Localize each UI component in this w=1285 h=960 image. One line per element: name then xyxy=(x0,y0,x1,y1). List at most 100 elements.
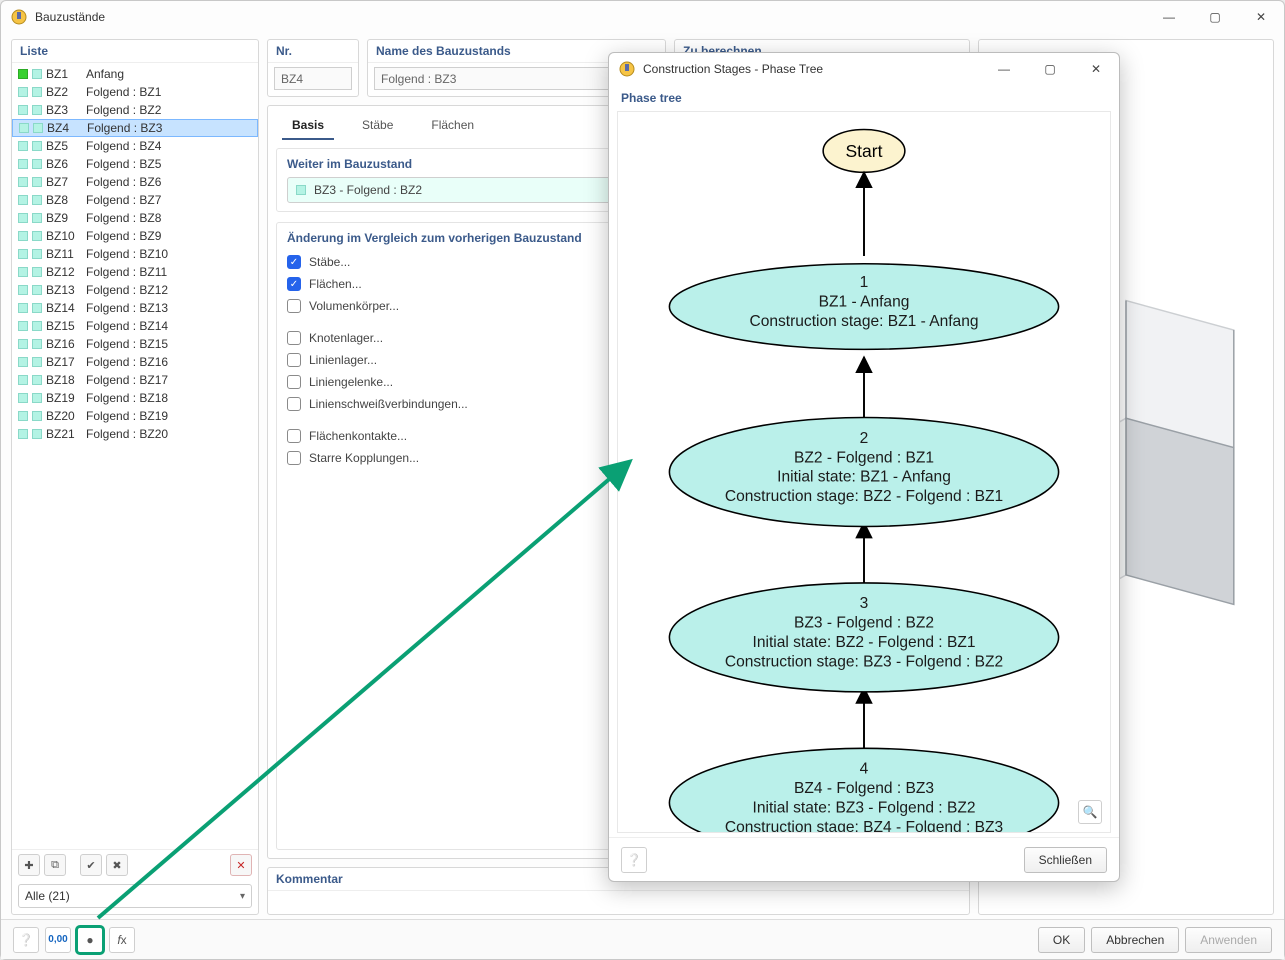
list-row-name: Folgend : BZ12 xyxy=(86,283,252,297)
swatch-icon xyxy=(18,69,28,79)
ok-button[interactable]: OK xyxy=(1038,927,1085,953)
swatch-icon xyxy=(18,393,28,403)
list-row-id: BZ20 xyxy=(46,409,82,423)
filter-select[interactable]: Alle (21) ▾ xyxy=(18,884,252,908)
list-row[interactable]: BZ7 Folgend : BZ6 xyxy=(12,173,258,191)
checkbox-icon xyxy=(287,451,301,465)
swatch-icon xyxy=(32,141,42,151)
list-row[interactable]: BZ10Folgend : BZ9 xyxy=(12,227,258,245)
swatch-icon xyxy=(32,375,42,385)
phase-tree-button[interactable]: ● xyxy=(77,927,103,953)
function-button[interactable]: fx xyxy=(109,927,135,953)
dialog-min-button[interactable]: — xyxy=(981,53,1027,85)
list-row[interactable]: BZ15Folgend : BZ14 xyxy=(12,317,258,335)
swatch-icon xyxy=(18,141,28,151)
swatch-icon xyxy=(18,429,28,439)
list-row[interactable]: BZ5Folgend : BZ4 xyxy=(12,137,258,155)
swatch-icon xyxy=(32,69,42,79)
swatch-icon xyxy=(32,213,42,223)
list-row[interactable]: BZ12 Folgend : BZ11 xyxy=(12,263,258,281)
uncheck-all-button[interactable]: ✖ xyxy=(106,854,128,876)
phase-tree-canvas[interactable]: Start1BZ1 - AnfangConstruction stage: BZ… xyxy=(617,111,1111,833)
checkbox-label: Flächenkontakte... xyxy=(309,429,407,443)
list-body[interactable]: BZ1AnfangBZ2Folgend : BZ1BZ3Folgend : BZ… xyxy=(12,63,258,849)
zoom-reset-button[interactable]: 🔍 xyxy=(1078,800,1102,824)
svg-text:BZ2 - Folgend : BZ1: BZ2 - Folgend : BZ1 xyxy=(794,449,934,466)
list-row-id: BZ13 xyxy=(46,283,82,297)
checkbox-label: Flächen... xyxy=(309,277,362,291)
list-row-id: BZ12 xyxy=(46,265,82,279)
checkbox-icon xyxy=(287,397,301,411)
list-row[interactable]: BZ3Folgend : BZ2 xyxy=(12,101,258,119)
list-row[interactable]: BZ2Folgend : BZ1 xyxy=(12,83,258,101)
list-row[interactable]: BZ18Folgend : BZ17 xyxy=(12,371,258,389)
list-row[interactable]: BZ9Folgend : BZ8 xyxy=(12,209,258,227)
list-row[interactable]: BZ17Folgend : BZ16 xyxy=(12,353,258,371)
apply-button[interactable]: Anwenden xyxy=(1185,927,1272,953)
tab-flaechen[interactable]: Flächen xyxy=(421,112,484,140)
swatch-icon xyxy=(18,213,28,223)
list-row-id: BZ3 xyxy=(46,103,82,117)
delete-item-button[interactable]: ✕ xyxy=(230,854,252,876)
list-row[interactable]: BZ19Folgend : BZ18 xyxy=(12,389,258,407)
list-row-name: Folgend : BZ20 xyxy=(86,427,252,441)
list-row-id: BZ16 xyxy=(46,337,82,351)
swatch-icon xyxy=(18,249,28,259)
list-row-name: Folgend : BZ11 xyxy=(86,265,252,279)
tab-basis[interactable]: Basis xyxy=(282,112,334,140)
swatch-icon xyxy=(32,231,42,241)
list-row[interactable]: BZ14Folgend : BZ13 xyxy=(12,299,258,317)
swatch-icon xyxy=(32,393,42,403)
swatch-icon xyxy=(32,105,42,115)
tab-staebe[interactable]: Stäbe xyxy=(352,112,403,140)
main-close-button[interactable]: ✕ xyxy=(1238,1,1284,33)
main-min-button[interactable]: — xyxy=(1146,1,1192,33)
list-row-name: Folgend : BZ19 xyxy=(86,409,252,423)
nr-header: Nr. xyxy=(268,40,358,63)
dialog-close-footer-button[interactable]: Schließen xyxy=(1024,847,1107,873)
swatch-icon xyxy=(18,195,28,205)
swatch-icon xyxy=(18,285,28,295)
list-row[interactable]: BZ4Folgend : BZ3 xyxy=(12,119,258,137)
nr-input[interactable]: BZ4 xyxy=(274,67,352,90)
new-item-button[interactable]: ✚ xyxy=(18,854,40,876)
swatch-icon xyxy=(32,357,42,367)
swatch-icon xyxy=(18,411,28,421)
cancel-button[interactable]: Abbrechen xyxy=(1091,927,1179,953)
swatch-icon xyxy=(18,159,28,169)
phase-tree-dialog: Construction Stages - Phase Tree — ▢ ✕ P… xyxy=(608,52,1120,882)
list-row[interactable]: BZ16Folgend : BZ15 xyxy=(12,335,258,353)
dialog-close-button[interactable]: ✕ xyxy=(1073,53,1119,85)
list-row-id: BZ7 xyxy=(46,175,82,189)
list-row[interactable]: BZ13 Folgend : BZ12 xyxy=(12,281,258,299)
list-row-name: Folgend : BZ18 xyxy=(86,391,252,405)
svg-text:Construction stage: BZ1 - Anfa: Construction stage: BZ1 - Anfang xyxy=(749,313,978,330)
check-all-button[interactable]: ✔ xyxy=(80,854,102,876)
list-row-name: Anfang xyxy=(86,67,252,81)
list-row-id: BZ14 xyxy=(46,301,82,315)
swatch-icon xyxy=(32,195,42,205)
list-row-name: Folgend : BZ6 xyxy=(86,175,252,189)
list-row[interactable]: BZ8Folgend : BZ7 xyxy=(12,191,258,209)
copy-item-button[interactable]: ⧉ xyxy=(44,854,66,876)
main-max-button[interactable]: ▢ xyxy=(1192,1,1238,33)
list-row[interactable]: BZ21Folgend : BZ20 xyxy=(12,425,258,443)
svg-text:BZ4 - Folgend : BZ3: BZ4 - Folgend : BZ3 xyxy=(794,780,934,797)
checkbox-icon xyxy=(287,353,301,367)
list-row-id: BZ10 xyxy=(46,229,82,243)
help-icon[interactable]: ❔ xyxy=(13,927,39,953)
list-row[interactable]: BZ11Folgend : BZ10 xyxy=(12,245,258,263)
swatch-icon xyxy=(18,375,28,385)
dialog-max-button[interactable]: ▢ xyxy=(1027,53,1073,85)
precision-button[interactable]: 0,00 xyxy=(45,927,71,953)
chevron-down-icon: ▾ xyxy=(240,891,245,902)
list-row-id: BZ1 xyxy=(46,67,82,81)
swatch-icon xyxy=(32,411,42,421)
list-row[interactable]: BZ6Folgend : BZ5 xyxy=(12,155,258,173)
list-row[interactable]: BZ1 Anfang xyxy=(12,65,258,83)
list-row[interactable]: BZ20 Folgend : BZ19 xyxy=(12,407,258,425)
weiter-value: BZ3 - Folgend : BZ2 xyxy=(314,183,422,197)
list-row-name: Folgend : BZ7 xyxy=(86,193,252,207)
dialog-help-icon[interactable]: ❔ xyxy=(621,847,647,873)
swatch-icon xyxy=(18,267,28,277)
